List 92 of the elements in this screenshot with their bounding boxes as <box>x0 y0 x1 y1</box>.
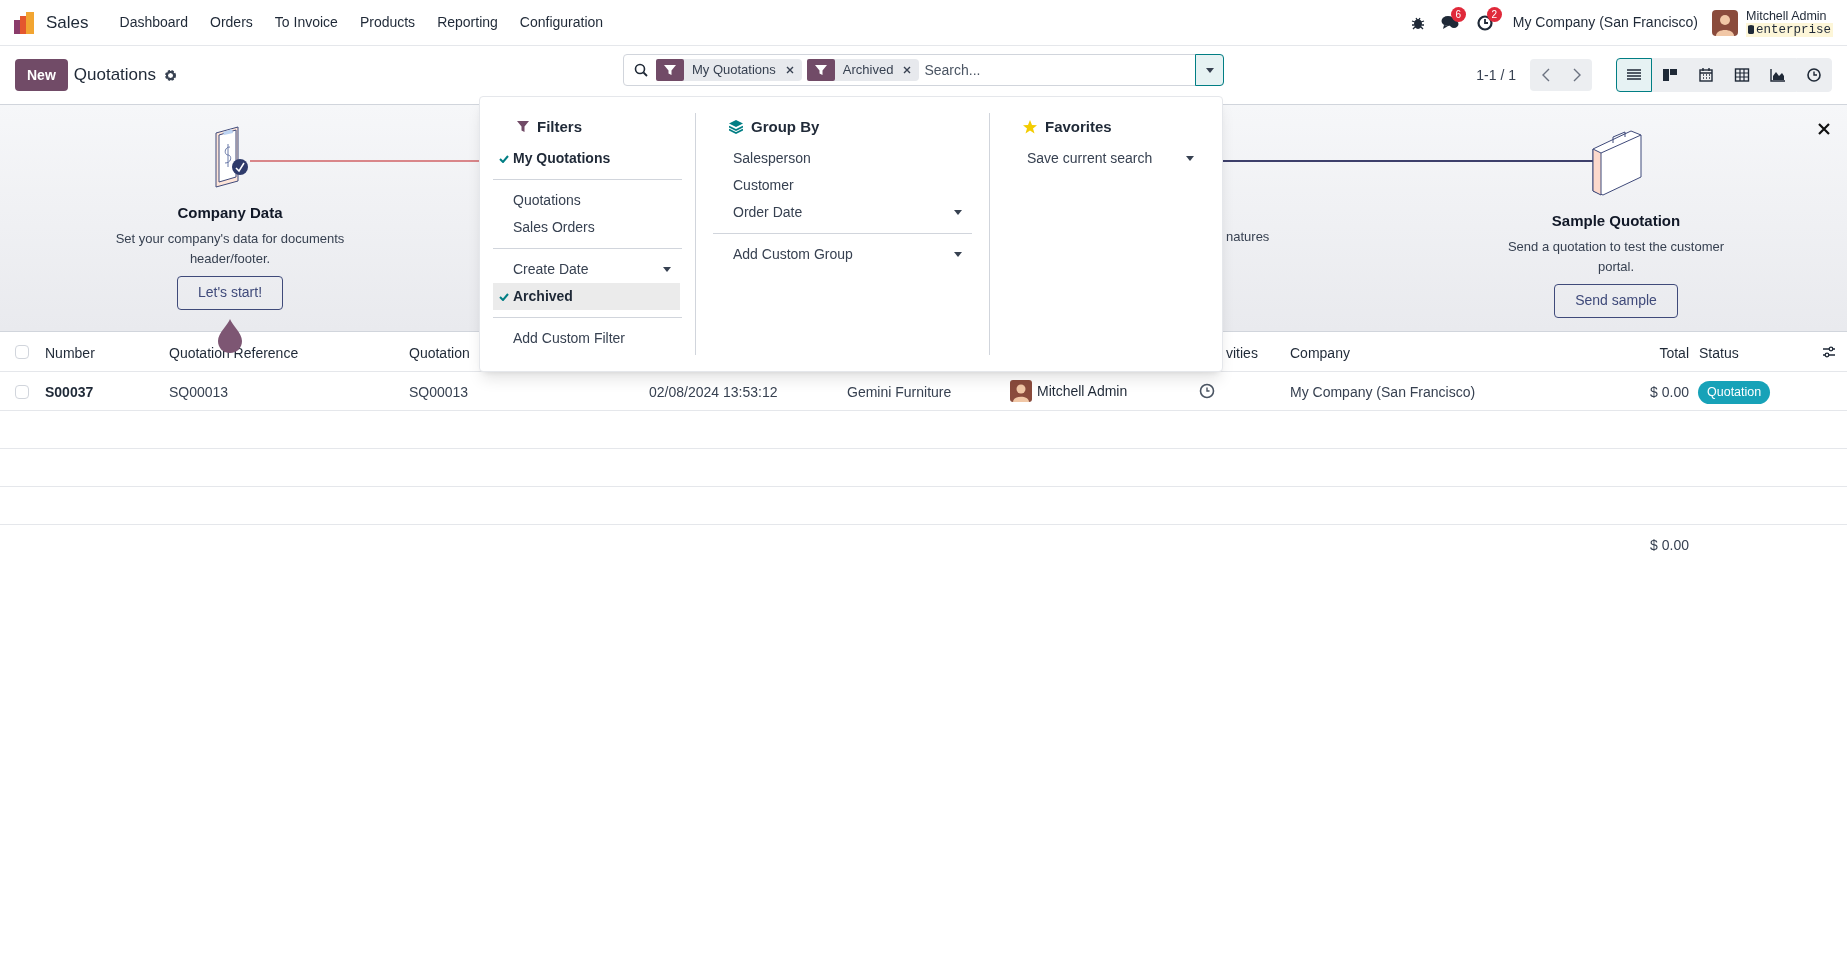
user-name[interactable]: Mitchell Admin <box>1746 8 1833 23</box>
checkbox[interactable] <box>15 345 29 359</box>
dropdown-item[interactable]: Customer <box>713 172 971 199</box>
menu-item[interactable]: Dashboard <box>108 12 200 33</box>
menu-item[interactable]: Reporting <box>426 12 509 33</box>
close-icon[interactable] <box>1818 123 1830 135</box>
dropdown-item[interactable]: Create Date <box>493 256 680 283</box>
funnel-icon <box>656 59 684 81</box>
filter-facet[interactable]: Archived <box>806 59 920 81</box>
section-title: Favorites <box>1045 116 1112 137</box>
avatar-icon <box>1010 380 1032 402</box>
database-icon <box>1748 25 1754 34</box>
dropdown-item[interactable]: Add Custom Group <box>713 241 971 268</box>
table-cell-text: $ 0.00 <box>1650 383 1689 402</box>
search-options-toggle[interactable] <box>1195 54 1224 86</box>
clock-view-icon <box>1806 67 1822 83</box>
table-cell-text: My Company (San Francisco) <box>1290 383 1476 402</box>
count-badge: 2 <box>1486 6 1502 22</box>
table-view-icon <box>1734 67 1750 83</box>
search-field[interactable]: My Quotations Archived Search... <box>623 54 1224 86</box>
section-title: Filters <box>537 116 582 137</box>
step-description: Set your company's data for documents header/footer. <box>114 229 346 268</box>
dropdown-item[interactable]: Save current search <box>1007 145 1203 172</box>
dropdown-item[interactable]: Order Date <box>713 199 971 226</box>
kanban-view-icon <box>1662 67 1678 83</box>
step-button[interactable]: Send sample <box>1554 283 1678 318</box>
area-chart-icon <box>1770 67 1786 83</box>
column-settings-icon[interactable] <box>1822 346 1836 358</box>
dropdown-item[interactable]: Sales Orders <box>493 214 680 241</box>
avatar-icon[interactable] <box>1712 9 1738 36</box>
app-name[interactable]: Sales <box>46 9 89 36</box>
section-title: Group By <box>751 116 820 137</box>
table-cell-text: SQ00013 <box>169 383 229 402</box>
table-cell-text: SQ00013 <box>409 383 469 402</box>
caret-icon <box>953 251 963 258</box>
check-icon <box>499 155 509 163</box>
dropdown-item[interactable]: My Quotations <box>493 145 680 172</box>
dropdown-item[interactable]: Salesperson <box>713 145 971 172</box>
table-cell-text: S00037 <box>45 383 94 402</box>
step-title: Company Data <box>177 203 283 223</box>
star-icon <box>1023 120 1037 134</box>
column-header[interactable]: Company <box>1290 343 1350 364</box>
column-header[interactable]: Total <box>1659 343 1689 364</box>
chevron-left-icon <box>1541 68 1550 82</box>
dropdown-item[interactable]: Quotations <box>493 187 680 214</box>
menu-item[interactable]: Products <box>348 12 427 33</box>
column-header[interactable]: Number <box>45 343 95 364</box>
count-badge: 6 <box>1450 6 1466 22</box>
chevron-right-icon <box>1572 68 1581 82</box>
menu-item[interactable]: To Invoice <box>263 12 349 33</box>
column-header[interactable]: Quotation Reference <box>169 343 299 364</box>
dropdown-item[interactable]: Add Custom Filter <box>493 325 680 352</box>
calendar-view-icon <box>1698 67 1714 83</box>
new-button[interactable]: New <box>15 59 68 91</box>
checkbox[interactable] <box>15 385 29 399</box>
check-icon <box>499 293 509 301</box>
search-icon <box>634 63 648 77</box>
list-view-icon <box>1626 67 1642 83</box>
funnel-icon <box>517 120 529 134</box>
bug-icon[interactable] <box>1410 15 1425 30</box>
pager-value: 1-1 / 1 <box>1476 65 1516 85</box>
status-badge: Quotation <box>1698 381 1771 404</box>
funnel-icon <box>806 59 835 81</box>
step-title: Sample Quotation <box>1551 211 1681 231</box>
caret-icon <box>662 266 672 273</box>
dropdown-item[interactable]: Archived <box>493 283 680 310</box>
footer-total: $ 0.00 <box>1650 536 1689 555</box>
filter-facet[interactable]: My Quotations <box>656 59 802 81</box>
menu-item[interactable]: Configuration <box>508 12 615 33</box>
caret-icon <box>1185 155 1195 162</box>
company-switcher[interactable]: My Company (San Francisco) <box>1512 12 1698 33</box>
view-switch-button[interactable] <box>1616 58 1652 92</box>
database-badge: enterprise <box>1746 22 1833 37</box>
page-title: Quotations <box>73 64 157 87</box>
salesperson-tag: Mitchell Admin <box>1010 380 1128 402</box>
column-header[interactable]: vities <box>1226 343 1258 364</box>
table-cell-text: Gemini Furniture <box>847 383 952 402</box>
step-description: natures <box>1226 228 1270 246</box>
clock-icon[interactable] <box>1199 383 1215 399</box>
column-header[interactable]: Status <box>1699 343 1739 364</box>
settings-icon[interactable] <box>164 68 178 82</box>
caret-icon <box>1204 66 1215 74</box>
caret-icon <box>953 209 963 216</box>
step-description: Send a quotation to test the customer portal. <box>1506 237 1726 276</box>
stack-icon <box>729 120 743 134</box>
step-button[interactable]: Let's start! <box>176 275 284 310</box>
column-header[interactable]: Quotation <box>409 343 470 364</box>
menu-item[interactable]: Orders <box>199 12 264 33</box>
close-icon[interactable] <box>903 66 912 74</box>
table-cell-text: 02/08/2024 13:53:12 <box>649 383 778 402</box>
close-icon[interactable] <box>785 66 794 74</box>
app-logo-icon[interactable] <box>14 11 36 34</box>
